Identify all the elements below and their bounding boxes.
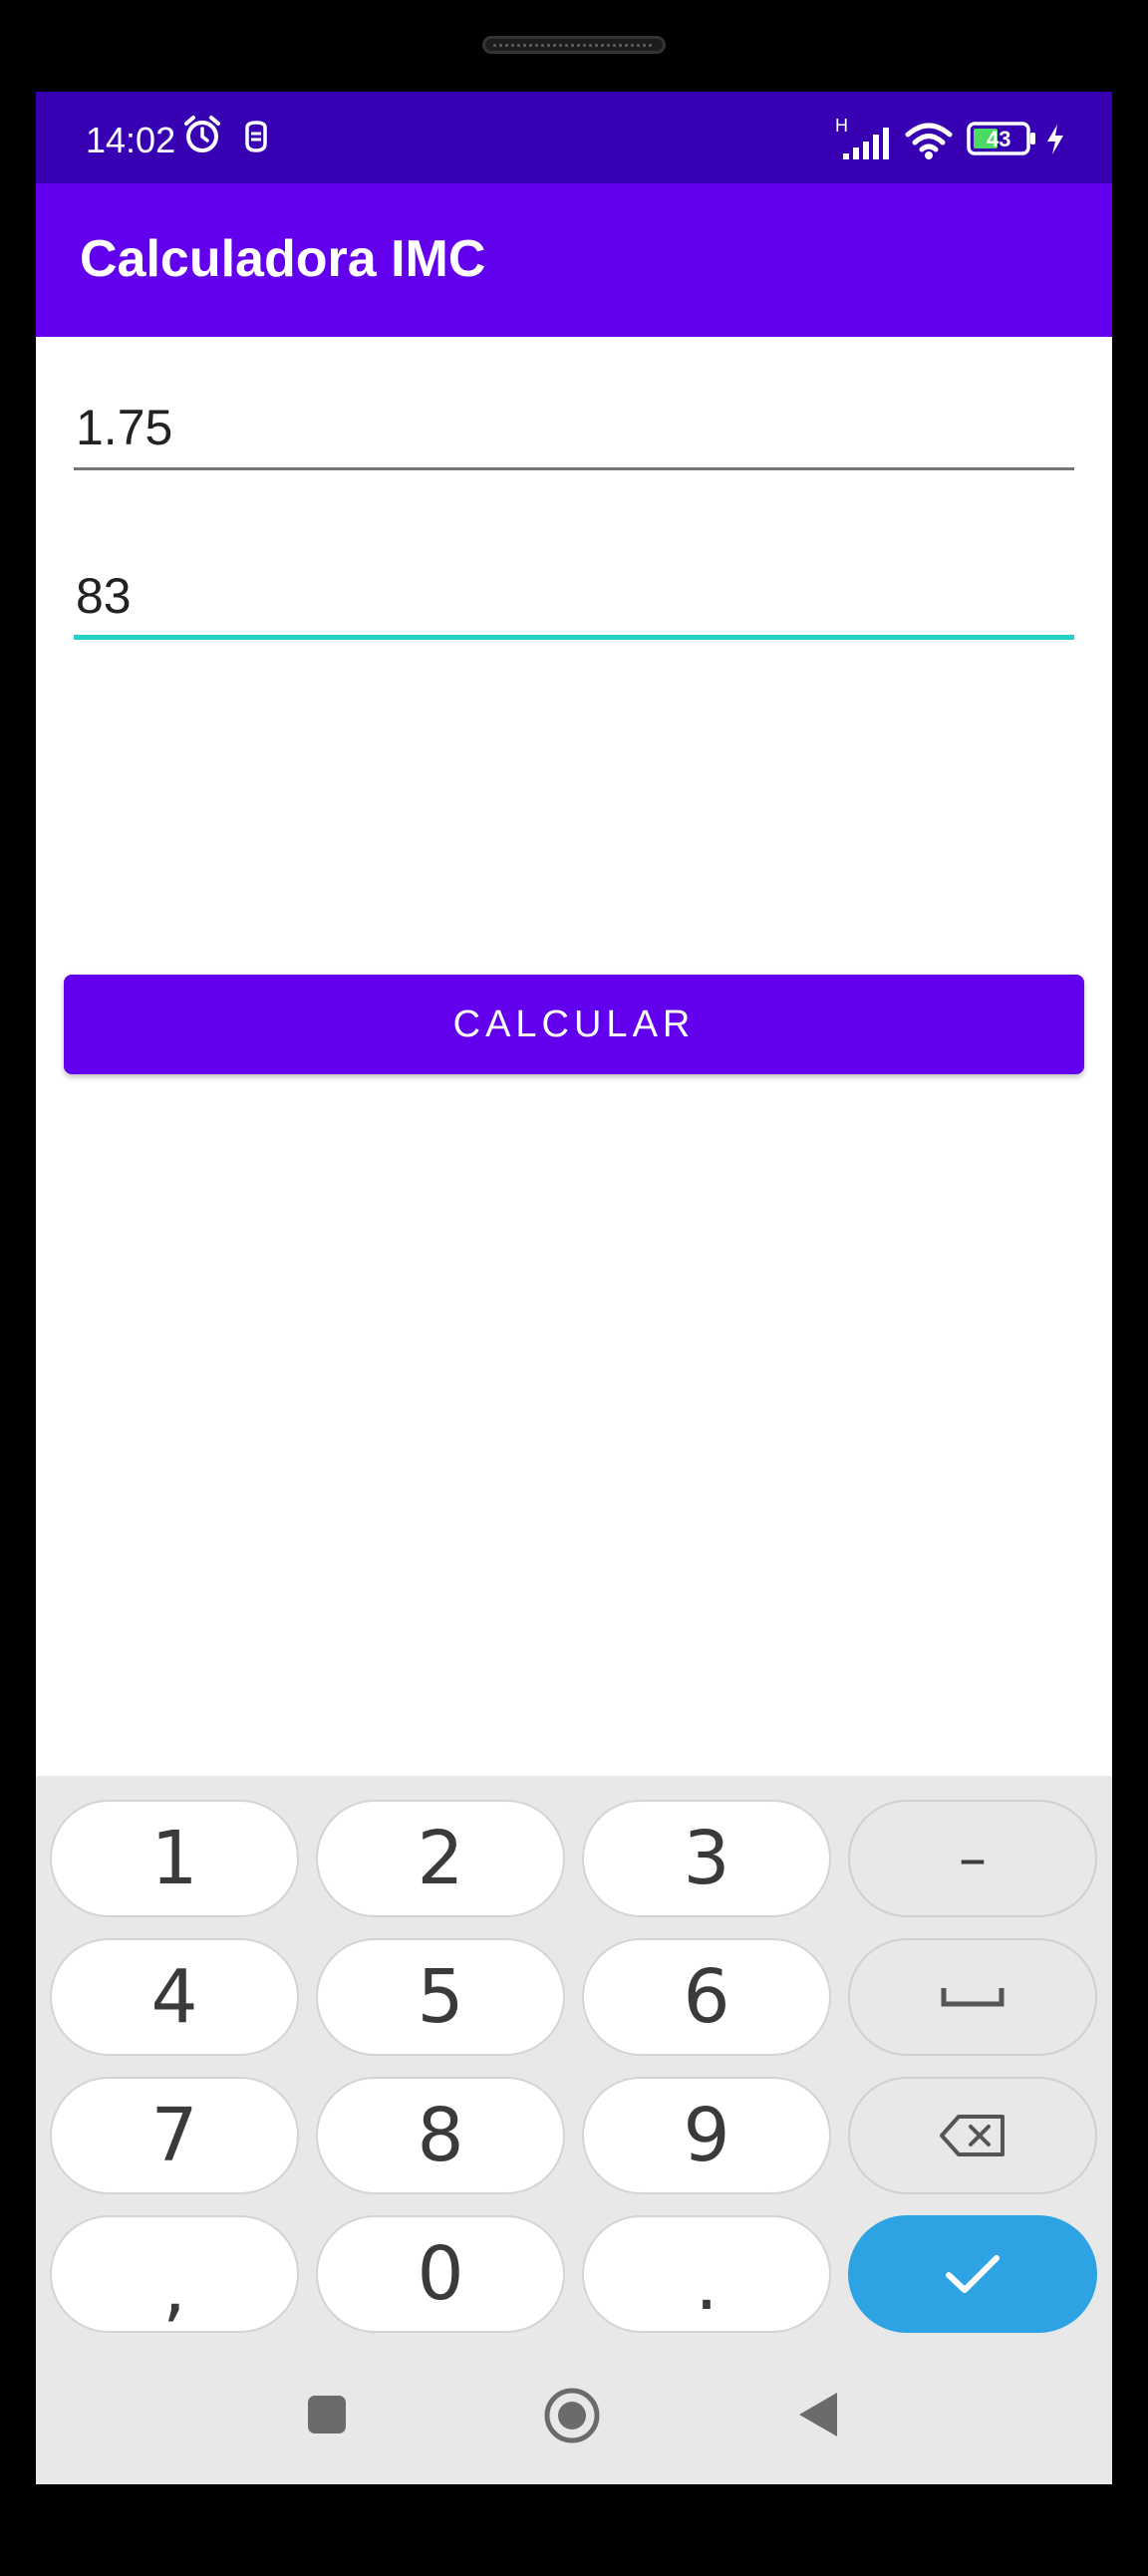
key-space[interactable]	[848, 1938, 1097, 2056]
backspace-icon	[940, 2115, 1004, 2156]
status-time: 14:02	[86, 120, 176, 160]
key-2[interactable]: 2	[316, 1800, 565, 1917]
key-0[interactable]: 0	[316, 2215, 565, 2333]
charging-icon	[1047, 125, 1063, 154]
signal-icon	[843, 128, 889, 159]
earpiece-speaker	[482, 36, 666, 54]
wifi-icon	[905, 123, 953, 159]
phone-frame: 14:02 H 43 Calculadora IMC 1.75 83 CALCU…	[0, 0, 1148, 2576]
phone-screen: 14:02 H 43 Calculadora IMC 1.75 83 CALCU…	[36, 92, 1112, 2484]
key-7[interactable]: 7	[50, 2077, 299, 2194]
app-title: Calculadora IMC	[80, 230, 486, 288]
key-3[interactable]: 3	[582, 1800, 831, 1917]
back-icon[interactable]	[795, 2390, 841, 2439]
key-done[interactable]	[848, 2215, 1097, 2333]
home-icon[interactable]	[543, 2387, 601, 2444]
battery-level: 43	[987, 127, 1011, 151]
key-comma[interactable]: ,	[50, 2215, 299, 2333]
status-bar: 14:02 H 43	[36, 92, 1112, 183]
check-icon	[946, 2255, 1000, 2293]
notification-icon	[245, 121, 267, 152]
height-input[interactable]	[74, 387, 1074, 470]
key-dash[interactable]: –	[848, 1800, 1097, 1917]
key-1[interactable]: 1	[50, 1800, 299, 1917]
recents-icon[interactable]	[306, 2394, 348, 2435]
key-backspace[interactable]	[848, 2077, 1097, 2194]
app-bar: Calculadora IMC	[36, 183, 1112, 337]
alarm-icon	[184, 116, 220, 152]
numeric-keyboard: 1 2 3 – 4 5 6 7 8 9 , 0 .	[36, 1776, 1112, 2484]
key-4[interactable]: 4	[50, 1938, 299, 2056]
navigation-bar	[36, 2354, 1112, 2484]
key-5[interactable]: 5	[316, 1938, 565, 2056]
key-9[interactable]: 9	[582, 2077, 831, 2194]
key-period[interactable]: .	[582, 2215, 831, 2333]
key-8[interactable]: 8	[316, 2077, 565, 2194]
calculate-button[interactable]: CALCULAR	[64, 975, 1084, 1074]
weight-input[interactable]	[74, 556, 1074, 640]
space-icon	[941, 1988, 1004, 2007]
key-6[interactable]: 6	[582, 1938, 831, 2056]
